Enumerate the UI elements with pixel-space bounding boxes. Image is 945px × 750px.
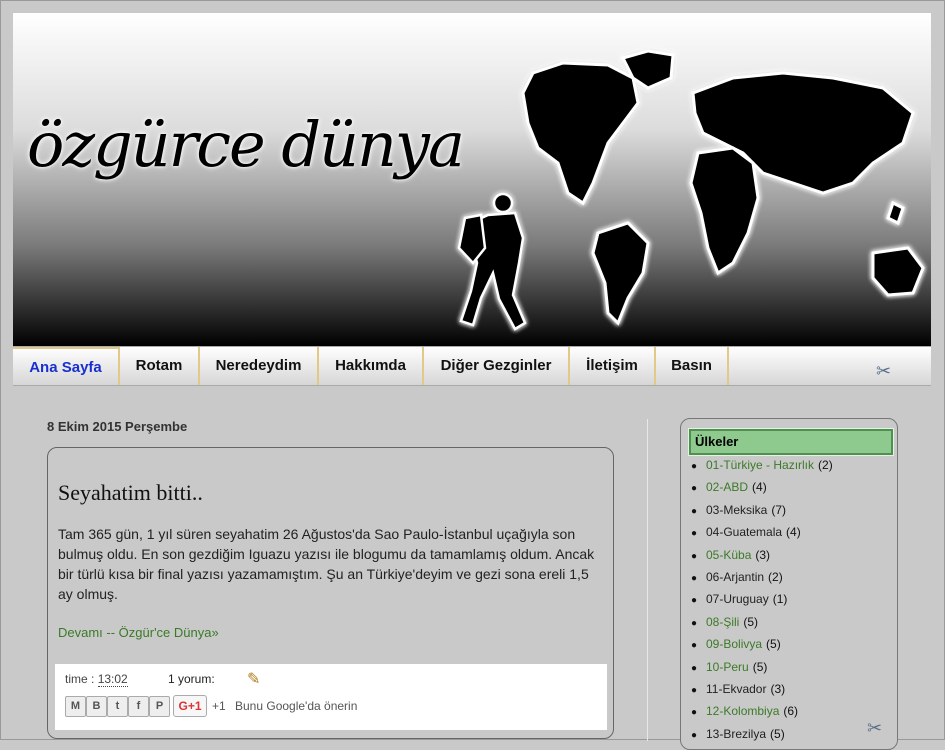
nav-about[interactable]: Hakkımda — [319, 347, 424, 385]
bullet-icon: ● — [691, 595, 698, 607]
bullet-icon: ● — [691, 505, 698, 517]
bullet-icon: ● — [691, 640, 698, 652]
blog-header[interactable]: özgürce dünya — [13, 13, 931, 346]
country-post-count: (3) — [755, 547, 771, 562]
google-plus-one-button[interactable]: G+1 — [173, 695, 207, 717]
country-post-count: (2) — [768, 569, 783, 584]
pinterest-share-icon[interactable]: P — [149, 696, 170, 717]
country-list-item: ● 03-Meksika (7) — [691, 500, 833, 522]
bullet-icon: ● — [691, 483, 698, 495]
twitter-share-icon[interactable]: t — [107, 696, 128, 717]
country-link[interactable]: 04-Guatemala — [706, 525, 782, 539]
tools-icon[interactable]: ✂ — [876, 361, 891, 382]
email-share-icon[interactable]: M — [65, 696, 86, 717]
country-link[interactable]: 09-Bolivya — [706, 637, 762, 651]
country-list-item: ● 04-Guatemala (4) — [691, 522, 833, 544]
main-navigation: Ana Sayfa Rotam Neredeydim Hakkımda Diğe… — [13, 346, 931, 386]
nav-where-was-i[interactable]: Neredeydim — [200, 347, 319, 385]
recommend-text: Bunu Google'da önerin — [235, 699, 358, 713]
bullet-icon: ● — [691, 550, 698, 562]
country-link[interactable]: 08-Şili — [706, 615, 739, 629]
country-list: ● 01-Türkiye - Hazırlık (2) ● 02-ABD (4) ● 03-M… — [691, 455, 833, 746]
blog-post: Seyahatim bitti.. Tam 365 gün, 1 yıl sür… — [47, 447, 614, 739]
plus-one-count: +1 — [212, 699, 226, 713]
country-link[interactable]: 11-Ekvador — [706, 682, 766, 696]
widget-tools-icon[interactable]: ✂ — [867, 718, 882, 739]
bullet-icon: ● — [691, 528, 698, 540]
world-map-traveler-image — [457, 49, 925, 331]
country-link[interactable]: 02-ABD — [706, 480, 748, 494]
country-link[interactable]: 06-Arjantin — [706, 570, 764, 584]
nav-press[interactable]: Basın — [656, 347, 729, 385]
page-frame: özgürce dünya Ana Sayfa Rotam Neredeydim… — [0, 0, 945, 750]
bullet-icon: ● — [691, 572, 698, 584]
column-divider — [647, 419, 648, 741]
facebook-share-icon[interactable]: f — [128, 696, 149, 717]
post-time: time : 13:02 — [65, 672, 128, 687]
country-list-item: ● 08-Şili (5) — [691, 612, 833, 634]
country-post-count: (1) — [772, 592, 788, 607]
blog-logo: özgürce dünya — [27, 108, 465, 181]
country-post-count: (5) — [752, 659, 768, 674]
country-link[interactable]: 10-Peru — [706, 660, 749, 674]
country-list-item: ● 07-Uruguay (1) — [691, 589, 833, 611]
country-link[interactable]: 13-Brezilya — [706, 727, 766, 741]
post-body: Tam 365 gün, 1 yıl süren seyahatim 26 Ağ… — [58, 526, 595, 602]
country-list-item: ● 12-Kolombiya (6) — [691, 701, 833, 723]
country-list-item: ● 09-Bolivya (5) — [691, 634, 833, 656]
country-link[interactable]: 05-Küba — [706, 548, 751, 562]
nav-home[interactable]: Ana Sayfa — [13, 347, 120, 385]
nav-contact[interactable]: İletişim — [570, 347, 656, 385]
country-post-count: (5) — [766, 637, 781, 652]
comments-link[interactable]: 1 yorum: — [168, 672, 215, 686]
post-title[interactable]: Seyahatim bitti.. — [58, 480, 203, 506]
country-list-item: ● 06-Arjantin (2) — [691, 567, 833, 589]
country-link[interactable]: 07-Uruguay — [706, 592, 769, 606]
country-post-count: (2) — [818, 458, 833, 472]
read-more-link[interactable]: Devamı -- Özgür'ce Dünya» — [58, 625, 219, 640]
country-post-count: (6) — [783, 704, 799, 719]
country-list-item: ● 10-Peru (5) — [691, 657, 833, 679]
nav-other-travelers[interactable]: Diğer Gezginler — [424, 347, 570, 385]
nav-route[interactable]: Rotam — [120, 347, 200, 385]
country-link[interactable]: 03-Meksika — [706, 503, 767, 517]
bullet-icon: ● — [691, 662, 698, 674]
country-post-count: (4) — [786, 525, 801, 540]
country-list-item: ● 05-Küba (3) — [691, 545, 833, 567]
country-post-count: (5) — [743, 614, 759, 629]
country-link[interactable]: 12-Kolombiya — [706, 704, 779, 718]
bullet-icon: ● — [691, 684, 698, 696]
country-list-item: ● 11-Ekvador (3) — [691, 679, 833, 701]
time-value[interactable]: 13:02 — [97, 672, 128, 687]
country-list-item: ● 13-Brezilya (5) — [691, 724, 833, 746]
time-label: time : — [65, 672, 95, 686]
country-link[interactable]: 01-Türkiye - Hazırlık — [706, 458, 814, 472]
blog-share-icon[interactable]: B — [86, 696, 107, 717]
bullet-icon: ● — [691, 729, 698, 741]
pencil-icon[interactable]: ✎ — [247, 669, 260, 689]
bullet-icon: ● — [691, 461, 698, 472]
widget-title: Ülkeler — [688, 428, 894, 456]
country-post-count: (5) — [770, 726, 785, 741]
sidebar-widget-countries: Ülkeler ● 01-Türkiye - Hazırlık (2) ● 02-ABD… — [680, 418, 898, 750]
country-post-count: (3) — [770, 681, 786, 696]
country-post-count: (4) — [752, 480, 767, 495]
bullet-icon: ● — [691, 707, 698, 719]
country-list-item: ● 01-Türkiye - Hazırlık (2) — [691, 455, 833, 477]
bullet-icon: ● — [691, 617, 698, 629]
post-date: 8 Ekim 2015 Perşembe — [47, 419, 188, 434]
country-list-item: ● 02-ABD (4) — [691, 477, 833, 499]
post-footer: time : 13:02 1 yorum: ✎ M B t f P G+1 +1… — [55, 664, 607, 730]
country-post-count: (7) — [771, 502, 787, 517]
